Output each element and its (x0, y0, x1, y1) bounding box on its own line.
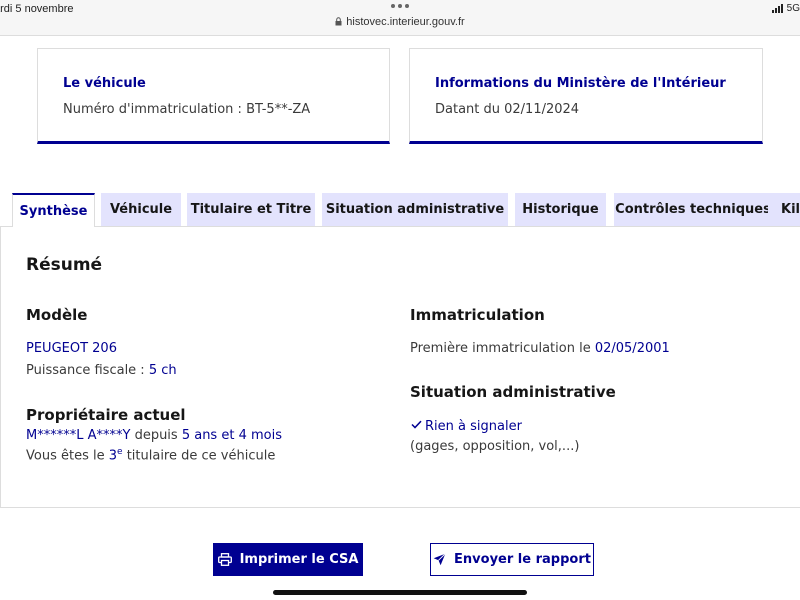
home-indicator[interactable] (273, 590, 527, 595)
tab-bar: Synthèse Véhicule Titulaire et Titre Sit… (12, 193, 800, 227)
printer-icon (217, 553, 232, 566)
ministry-date: Datant du 02/11/2024 (435, 102, 580, 117)
ministry-card: Informations du Ministère de l'Intérieur… (409, 48, 763, 144)
tab-situation-administrative[interactable]: Situation administrative (322, 193, 508, 226)
status-indicators: 5G (771, 3, 800, 14)
owner-since-label: depuis (130, 428, 182, 443)
owner-heading: Propriétaire actuel (26, 406, 186, 424)
owner-rank-suffix: titulaire de ce véhicule (122, 448, 276, 464)
tab-titulaire-et-titre[interactable]: Titulaire et Titre (187, 193, 315, 226)
browser-status-bar: ardi 5 novembre histovec.interieur.gouv.… (0, 0, 800, 36)
tab-vehicule[interactable]: Véhicule (101, 193, 181, 226)
summary-title: Résumé (26, 255, 103, 275)
fiscal-power-label: Puissance fiscale : (26, 363, 149, 378)
owner-line: M******L A****Y depuis 5 ans et 4 mois (26, 428, 282, 443)
address-bar[interactable]: histovec.interieur.gouv.fr (0, 16, 800, 28)
status-date: ardi 5 novembre (0, 3, 74, 15)
owner-rank: Vous êtes le 3e titulaire de ce véhicule (26, 447, 275, 463)
registration-heading: Immatriculation (410, 306, 545, 324)
more-dots-icon[interactable] (391, 4, 409, 8)
send-report-label: Envoyer le rapport (454, 552, 591, 567)
first-registration: Première immatriculation le 02/05/2001 (410, 341, 670, 356)
print-csa-label: Imprimer le CSA (239, 552, 359, 567)
tab-kilometrage[interactable]: Kil (768, 193, 800, 226)
admin-details: (gages, opposition, vol,...) (410, 439, 580, 454)
tab-controles-techniques[interactable]: Contrôles techniques (614, 193, 772, 226)
ministry-card-title: Informations du Ministère de l'Intérieur (435, 76, 726, 91)
lock-icon (335, 17, 342, 26)
send-icon (433, 553, 446, 566)
vehicle-card-title: Le véhicule (63, 76, 146, 91)
admin-heading: Situation administrative (410, 383, 616, 401)
url-text: histovec.interieur.gouv.fr (346, 16, 465, 28)
tab-synthese[interactable]: Synthèse (12, 193, 95, 227)
signal-icon (771, 4, 783, 13)
tab-historique[interactable]: Historique (515, 193, 606, 226)
model-name: PEUGEOT 206 (26, 341, 117, 356)
owner-since-value: 5 ans et 4 mois (181, 428, 282, 443)
vehicle-plate: Numéro d'immatriculation : BT-5**-ZA (63, 102, 311, 117)
fiscal-power: Puissance fiscale : 5 ch (26, 363, 177, 378)
check-icon (411, 420, 422, 429)
admin-status: Rien à signaler (411, 419, 522, 434)
first-registration-label: Première immatriculation le (410, 341, 595, 356)
vehicle-card: Le véhicule Numéro d'immatriculation : B… (37, 48, 390, 144)
network-label: 5G (786, 3, 800, 14)
owner-name: M******L A****Y (26, 428, 131, 443)
send-report-button[interactable]: Envoyer le rapport (430, 543, 594, 576)
owner-rank-prefix: Vous êtes le (26, 448, 109, 464)
fiscal-power-value: 5 ch (148, 363, 177, 378)
model-heading: Modèle (26, 306, 88, 324)
owner-rank-number: 3 (108, 448, 118, 464)
admin-status-text: Rien à signaler (425, 419, 522, 434)
print-csa-button[interactable]: Imprimer le CSA (213, 543, 363, 576)
first-registration-date: 02/05/2001 (594, 341, 670, 356)
synthese-panel: Résumé Modèle PEUGEOT 206 Puissance fisc… (0, 226, 800, 508)
